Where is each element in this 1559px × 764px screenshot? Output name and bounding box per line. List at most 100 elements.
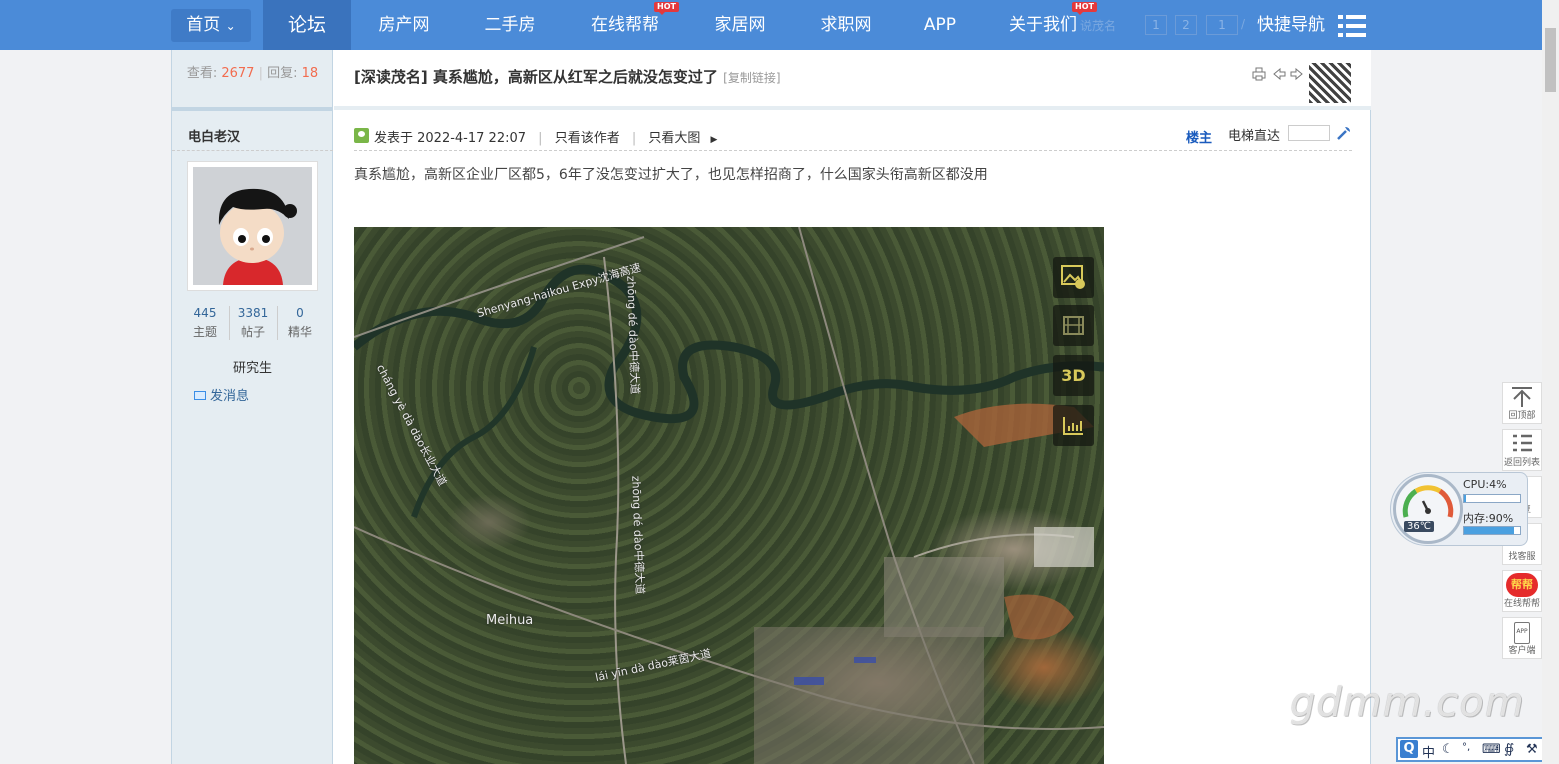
ime-toolbar[interactable]: Q 中 ☾ °, ⌨ ∯ ⚒	[1396, 737, 1556, 762]
temperature-readout: 36℃	[1404, 521, 1434, 532]
author-rank: 研究生	[232, 361, 272, 376]
stat-label: 帖子	[240, 325, 265, 339]
back-to-list-button[interactable]: 返回列表	[1502, 429, 1542, 471]
only-author-link[interactable]: 只看该作者	[555, 131, 620, 146]
stat-value: 445	[193, 306, 217, 320]
author-sidebar: 查看: 2677 | 回复: 18 电白老汉 445 主题 3381 帖子 0 …	[172, 50, 333, 764]
moon-icon[interactable]: ☾	[1442, 742, 1454, 757]
nav-app[interactable]: APP	[910, 0, 970, 50]
site-watermark: gdmm.com	[1290, 680, 1525, 726]
play-arrow-icon: ▶	[710, 135, 718, 145]
print-icon[interactable]	[1252, 67, 1266, 81]
top-nav: 首页 ⌄ 论坛 房产网 二手房 在线帮帮 HOT 家居网 求职网 APP 说茂名…	[0, 0, 1559, 50]
avatar[interactable]	[187, 161, 318, 291]
map-label-meihua: Meihua	[486, 613, 534, 628]
nav-quick[interactable]: 快捷导航	[1248, 0, 1334, 50]
nav-home-label: 首页	[186, 15, 221, 35]
menu-icon[interactable]	[1338, 15, 1366, 37]
memory-bar	[1463, 526, 1521, 535]
floor-label: 楼主	[1186, 131, 1213, 146]
thread-stats: 查看: 2677 | 回复: 18	[172, 50, 333, 111]
image-download-button[interactable]	[1053, 257, 1094, 298]
cpu-bar-fill	[1464, 495, 1467, 502]
gauge-dial-icon: 36℃	[1393, 474, 1463, 544]
keyboard-icon[interactable]: ⌨	[1482, 742, 1501, 757]
mail-icon	[194, 391, 206, 400]
ime-mode-chinese[interactable]: 中	[1422, 742, 1435, 761]
prev-thread-icon[interactable]	[1273, 67, 1286, 81]
bangbang-icon: 帮帮	[1506, 573, 1538, 597]
copy-link-button[interactable]: [复制链接]	[723, 71, 780, 85]
ghost-page-sep: /	[1241, 17, 1246, 31]
customer-service-label: 找客服	[1508, 552, 1536, 562]
qr-code-icon[interactable]	[1309, 63, 1351, 103]
author-stat-digest[interactable]: 0 精华	[277, 306, 323, 340]
send-message-link[interactable]: 发消息	[194, 385, 249, 404]
map-3d-button[interactable]: 3D	[1053, 355, 1094, 396]
client-app-button[interactable]: APP 客户端	[1502, 617, 1542, 659]
only-image-link[interactable]: 只看大图	[648, 131, 700, 146]
hot-badge: HOT	[654, 2, 679, 15]
phone-icon: APP	[1514, 622, 1530, 644]
back-to-top-label: 回顶部	[1508, 411, 1536, 421]
post-meta: 发表于 2022-4-17 22:07 | 只看该作者 | 只看大图 ▶ 楼主 …	[354, 125, 1352, 151]
satellite-map-image[interactable]: Shenyang-haikou Expy沈海高速 zhōng dé dào中德大…	[354, 227, 1104, 764]
elevator-input[interactable]	[1288, 125, 1330, 141]
next-thread-icon[interactable]	[1290, 67, 1303, 81]
punctuation-icon[interactable]: °,	[1462, 742, 1470, 753]
replies-count: 18	[301, 66, 319, 81]
arrow-up-icon	[1512, 387, 1532, 407]
nav-bangbang-label: 在线帮帮	[591, 15, 659, 35]
voice-icon[interactable]: ∯	[1504, 742, 1514, 757]
author-stat-posts[interactable]: 3381 帖子	[230, 306, 276, 340]
post-date: 发表于 2022-4-17 22:07	[374, 131, 527, 146]
thread-tools	[1252, 67, 1308, 81]
replies-label: 回复:	[267, 66, 298, 81]
nav-jiaju[interactable]: 家居网	[700, 0, 780, 50]
nav-home[interactable]: 首页 ⌄	[171, 9, 251, 42]
post-body: 真系尴尬，高新区企业厂区都5，6年了没怎变过扩大了，也见怎样招商了，什么国家头衔…	[354, 167, 988, 183]
settings-icon[interactable]: ⚒	[1526, 742, 1538, 757]
author-name[interactable]: 电白老汉	[188, 126, 240, 145]
nav-qiuzhi[interactable]: 求职网	[806, 0, 886, 50]
back-to-top-button[interactable]: 回顶部	[1502, 382, 1542, 424]
views-label: 查看:	[186, 66, 218, 81]
ghost-page-2: 2	[1175, 15, 1197, 35]
thread-title-bar: [深读茂名] 真系尴尬，高新区从红军之后就没怎变过了 [复制链接]	[334, 50, 1371, 110]
online-bangbang-label: 在线帮帮	[1503, 599, 1540, 609]
post-meta-links: 发表于 2022-4-17 22:07 | 只看该作者 | 只看大图 ▶	[374, 131, 718, 146]
stat-label: 精华	[287, 325, 312, 339]
send-message-label: 发消息	[210, 389, 250, 404]
thread-frame: 查看: 2677 | 回复: 18 电白老汉 445 主题 3381 帖子 0 …	[171, 50, 1371, 764]
cpu-bar	[1463, 494, 1521, 503]
avatar-image	[193, 167, 312, 285]
page-scrollbar[interactable]	[1542, 0, 1559, 764]
cpu-label: CPU:4%	[1463, 478, 1507, 491]
stat-label: 主题	[192, 325, 217, 339]
client-app-label: 客户端	[1508, 646, 1536, 656]
elevator-go-icon[interactable]	[1336, 125, 1352, 141]
online-status-icon	[354, 128, 369, 143]
nav-fangchan[interactable]: 房产网	[364, 0, 444, 50]
thread-title: [深读茂名] 真系尴尬，高新区从红军之后就没怎变过了 [复制链接]	[354, 66, 781, 87]
system-monitor-widget[interactable]: 36℃ CPU:4% 内存:90%	[1390, 472, 1528, 546]
ime-logo-icon[interactable]: Q	[1400, 740, 1418, 758]
memory-label: 内存:90%	[1463, 512, 1514, 525]
divider	[172, 150, 333, 151]
nav-ershoufang[interactable]: 二手房	[470, 0, 550, 50]
views-count: 2677	[221, 66, 255, 81]
thread-title-text: [深读茂名] 真系尴尬，高新区从红军之后就没怎变过了	[354, 68, 718, 86]
stat-value: 3381	[237, 306, 269, 320]
stat-value: 0	[296, 306, 304, 320]
elevator-label: 电梯直达	[1228, 129, 1281, 144]
chart-button[interactable]	[1053, 405, 1094, 446]
nav-forum[interactable]: 论坛	[263, 0, 351, 50]
ghost-page-input: 1	[1206, 15, 1238, 35]
author-stat-topics[interactable]: 445 主题	[182, 306, 228, 340]
online-bangbang-button[interactable]: 帮帮 在线帮帮	[1502, 570, 1542, 612]
hot-badge: HOT	[1072, 2, 1097, 15]
chevron-down-icon: ⌄	[225, 19, 236, 33]
memory-bar-fill	[1464, 527, 1515, 534]
film-button[interactable]	[1053, 305, 1094, 346]
scrollbar-thumb[interactable]	[1545, 28, 1556, 92]
